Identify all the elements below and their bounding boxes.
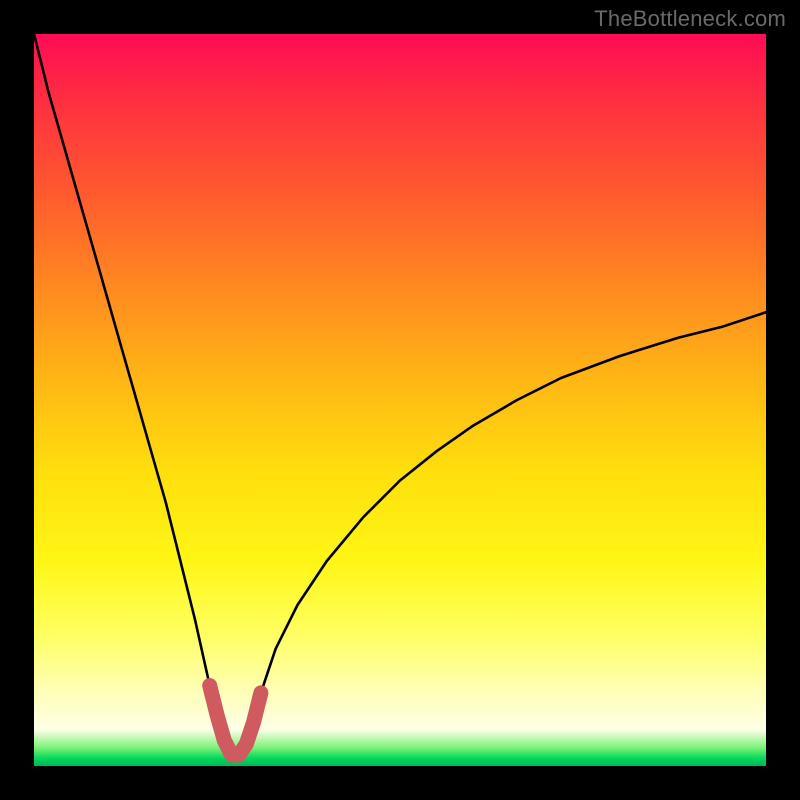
- bottleneck-curve: [34, 34, 766, 755]
- valley-highlight: [210, 686, 261, 756]
- curve-layer: [34, 34, 766, 766]
- outer-frame: TheBottleneck.com: [0, 0, 800, 800]
- plot-area: [34, 34, 766, 766]
- watermark-text: TheBottleneck.com: [594, 6, 786, 32]
